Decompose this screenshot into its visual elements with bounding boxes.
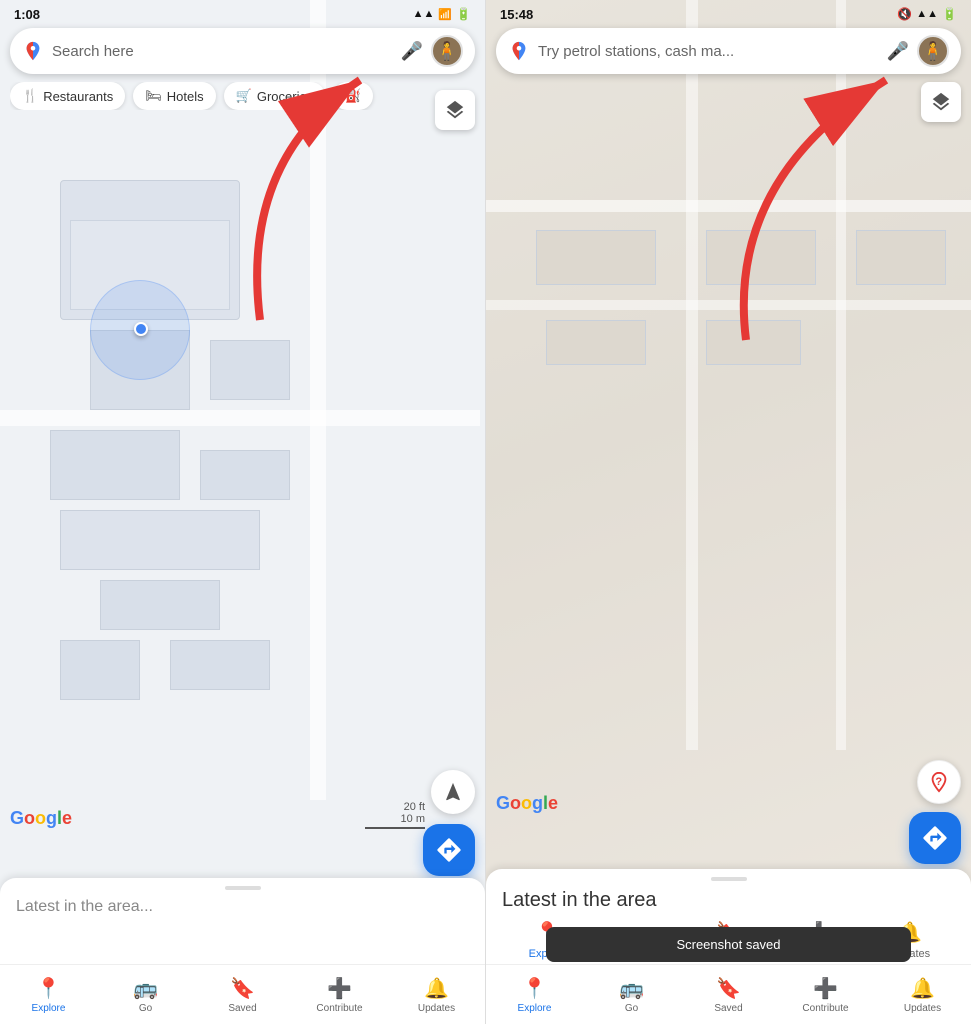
signal-icon: ▲▲ — [413, 8, 435, 20]
layers-icon-left — [444, 99, 466, 121]
svg-text:?: ? — [935, 776, 942, 788]
directions-fab-left[interactable] — [423, 824, 475, 876]
updates-icon-right: 🔔 — [910, 976, 935, 1001]
location-dot — [134, 322, 148, 336]
layer-button-right[interactable] — [921, 82, 961, 122]
time-right: 15:48 — [500, 7, 533, 22]
mic-icon-right[interactable]: 🎤 — [887, 41, 909, 62]
search-bar-left[interactable]: Search here 🎤 🧍 — [10, 28, 475, 74]
nav-explore-right[interactable]: 📍 Explore — [486, 965, 583, 1024]
building-r4 — [706, 320, 801, 365]
pill-restaurants[interactable]: 🍴 Restaurants — [10, 82, 125, 110]
explore-icon-right: 📍 — [522, 976, 547, 1001]
navigate-button-left[interactable] — [431, 770, 475, 814]
nav-updates-left[interactable]: 🔔 Updates — [388, 965, 485, 1024]
avatar-left[interactable]: 🧍 — [431, 35, 463, 67]
nav-contribute-left[interactable]: ➕ Contribute — [291, 965, 388, 1024]
status-icons-left: ▲▲ 📶 🔋 — [413, 7, 471, 21]
building-r3 — [706, 230, 816, 285]
layer-button-left[interactable] — [435, 90, 475, 130]
map-left — [0, 0, 485, 1024]
nav-saved-left[interactable]: 🔖 Saved — [194, 965, 291, 1024]
latest-title-left: Latest in the area... — [16, 898, 469, 916]
saved-icon-left: 🔖 — [230, 976, 255, 1001]
building-r2 — [546, 320, 646, 365]
road-v1 — [686, 0, 698, 750]
nav-go-right[interactable]: 🚌 Go — [583, 965, 680, 1024]
contribute-icon-left: ➕ — [327, 976, 352, 1001]
saved-icon-right: 🔖 — [716, 976, 741, 1001]
help-fab-right[interactable]: ? — [917, 760, 961, 804]
go-icon-right: 🚌 — [619, 976, 644, 1001]
help-icon-right: ? — [928, 771, 950, 793]
signal-icon-right: ▲▲ — [916, 8, 938, 20]
scale-indicator-left: 20 ft 10 m — [365, 801, 425, 829]
status-bar-left: 1:08 ▲▲ 📶 🔋 — [0, 0, 485, 28]
category-pills-left: 🍴 Restaurants 🛏 Hotels 🛒 Groceries ⛽ — [10, 82, 485, 110]
nav-updates-right[interactable]: 🔔 Updates — [874, 965, 971, 1024]
building-r1 — [536, 230, 656, 285]
drag-handle-left[interactable] — [225, 886, 261, 890]
latest-area-left: Latest in the area... — [0, 878, 485, 968]
google-logo-left: Google — [10, 808, 72, 829]
contribute-icon-right: ➕ — [813, 976, 838, 1001]
mute-icon: 🔇 — [897, 7, 912, 21]
status-icons-right: 🔇 ▲▲ 🔋 — [897, 7, 957, 21]
gas-icon: ⛽ — [345, 88, 361, 104]
mic-icon-left[interactable]: 🎤 — [401, 41, 423, 62]
directions-fab-right[interactable] — [909, 812, 961, 864]
directions-icon-right — [921, 824, 949, 852]
road-h1 — [486, 200, 971, 212]
explore-icon-left: 📍 — [36, 976, 61, 1001]
search-bar-right[interactable]: Try petrol stations, cash ma... 🎤 🧍 — [496, 28, 961, 74]
bottom-nav-left: 📍 Explore 🚌 Go 🔖 Saved ➕ Contribute 🔔 Up… — [0, 964, 485, 1024]
left-phone-panel: 1:08 ▲▲ 📶 🔋 Search here 🎤 🧍 🍴 Restaurant… — [0, 0, 486, 1024]
updates-icon-left: 🔔 — [424, 976, 449, 1001]
hotel-icon: 🛏 — [145, 88, 162, 104]
road-v2 — [836, 0, 846, 750]
pill-hotels[interactable]: 🛏 Hotels — [133, 82, 215, 110]
restaurant-icon: 🍴 — [22, 88, 38, 104]
navigate-icon-left — [442, 781, 464, 803]
maps-pin-icon-right — [508, 40, 530, 62]
screenshot-toast: Screenshot saved — [546, 927, 911, 962]
nav-explore-left[interactable]: 📍 Explore — [0, 965, 97, 1024]
maps-pin-icon — [22, 40, 44, 62]
battery-icon-right: 🔋 — [942, 7, 957, 21]
avatar-right[interactable]: 🧍 — [917, 35, 949, 67]
time-left: 1:08 — [14, 7, 40, 22]
battery-icon: 🔋 — [456, 7, 471, 21]
layers-icon-right — [930, 91, 952, 113]
directions-icon-left — [435, 836, 463, 864]
right-phone-panel: 15:48 🔇 ▲▲ 🔋 Try petrol stations, cash m… — [486, 0, 971, 1024]
nav-saved-right[interactable]: 🔖 Saved — [680, 965, 777, 1024]
pill-gas[interactable]: ⛽ — [333, 82, 373, 110]
building-r5 — [856, 230, 946, 285]
nav-go-left[interactable]: 🚌 Go — [97, 965, 194, 1024]
road-h2 — [486, 300, 971, 310]
nav-contribute-right[interactable]: ➕ Contribute — [777, 965, 874, 1024]
wifi-icon: 📶 — [438, 8, 452, 21]
bottom-nav-right: 📍 Explore 🚌 Go 🔖 Saved ➕ Contribute 🔔 Up… — [486, 964, 971, 1024]
grocery-icon: 🛒 — [236, 88, 252, 104]
google-logo-right: Google — [496, 793, 558, 814]
search-placeholder-left: Search here — [52, 43, 393, 60]
latest-title-right: Latest in the area — [502, 889, 955, 912]
drag-handle-right[interactable] — [711, 877, 747, 881]
search-placeholder-right: Try petrol stations, cash ma... — [538, 43, 879, 60]
pill-groceries[interactable]: 🛒 Groceries — [224, 82, 326, 110]
status-bar-right: 15:48 🔇 ▲▲ 🔋 — [486, 0, 971, 28]
go-icon-left: 🚌 — [133, 976, 158, 1001]
